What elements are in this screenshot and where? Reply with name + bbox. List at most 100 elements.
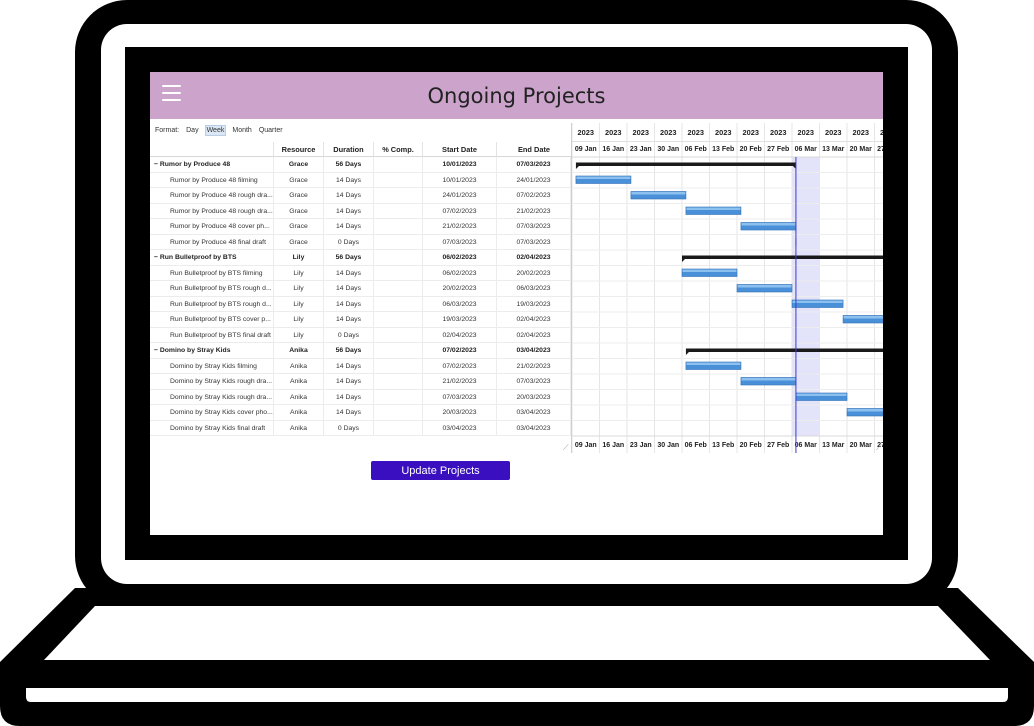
gantt-canvas: 2023 09 Jan 09 Jan 2023 16 Jan 16 Jan 2023 23 J… [572, 123, 883, 453]
pct-cell [374, 312, 423, 327]
timeline-week-label-footer: 09 Jan [575, 442, 597, 449]
timeline-week-label: 30 Jan [657, 146, 679, 153]
format-option-quarter[interactable]: Quarter [258, 126, 284, 135]
task-grid: Format: Day Week Month Quarter Resource Dura… [150, 123, 571, 453]
group-row[interactable]: − Rumor by Produce 48 Grace 56 Days 10/01/2… [150, 157, 571, 173]
resource-cell: Grace [274, 219, 324, 234]
format-option-day[interactable]: Day [185, 126, 199, 135]
format-label: Format: [155, 127, 180, 134]
pct-cell [374, 219, 423, 234]
end-date-cell: 07/03/2023 [497, 219, 571, 234]
timeline-week-label-footer: 23 Jan [630, 442, 652, 449]
column-header-end[interactable]: End Date [497, 142, 571, 157]
task-name-cell: Run Bulletproof by BTS cover p... [150, 312, 274, 327]
task-row[interactable]: Run Bulletproof by BTS final draft Lily 0 … [150, 327, 571, 343]
resource-cell: Anika [274, 420, 324, 436]
task-row[interactable]: Rumor by Produce 48 filming Grace 14 Days 1… [150, 172, 571, 188]
format-selector: Format: Day Week Month Quarter [154, 125, 289, 136]
pct-cell [374, 188, 423, 203]
duration-cell: 56 Days [324, 343, 374, 358]
duration-cell: 14 Days [324, 265, 374, 281]
end-date-cell: 21/02/2023 [497, 203, 571, 219]
resource-cell: Anika [274, 374, 324, 389]
format-option-week[interactable]: Week [204, 125, 227, 136]
task-row[interactable]: Run Bulletproof by BTS filming Lily 14 Day… [150, 265, 571, 281]
timeline-year-label: 2023 [715, 128, 731, 137]
start-date-cell: 21/02/2023 [423, 219, 497, 234]
timeline-week-label: 06 Mar [795, 146, 817, 153]
timeline-year-label: 2023 [743, 128, 759, 137]
pct-cell [374, 203, 423, 219]
timeline-week-label: 09 Jan [575, 146, 597, 153]
timeline-year-label: 2023 [770, 128, 786, 137]
task-bar-highlight [576, 176, 631, 179]
task-row[interactable]: Domino by Stray Kids rough dra... Anika 14… [150, 389, 571, 405]
end-date-cell: 20/03/2023 [497, 389, 571, 405]
start-date-cell: 03/04/2023 [423, 420, 497, 436]
task-name-cell: Run Bulletproof by BTS final draft [150, 327, 274, 343]
timeline-year-label: 2023 [880, 128, 883, 137]
start-date-cell: 10/01/2023 [423, 172, 497, 188]
timeline-week-label: 20 Feb [740, 146, 762, 153]
resize-handle-icon[interactable]: ⟋ [563, 444, 571, 452]
task-bar-highlight [792, 300, 843, 303]
pct-cell [374, 296, 423, 312]
summary-bar [685, 348, 883, 352]
end-date-cell: 02/04/2023 [497, 327, 571, 343]
task-row[interactable]: Domino by Stray Kids rough dra... Anika 14… [150, 374, 571, 390]
resource-cell: Lily [274, 327, 324, 343]
resource-cell: Lily [274, 265, 324, 281]
task-bar-highlight [741, 378, 796, 381]
task-name-cell: Run Bulletproof by BTS rough d... [150, 296, 274, 312]
start-date-cell: 07/03/2023 [423, 234, 497, 250]
task-name-cell: Rumor by Produce 48 filming [150, 172, 274, 188]
column-header-pct[interactable]: % Comp. [374, 142, 423, 157]
task-row[interactable]: Rumor by Produce 48 cover ph... Grace 14 D… [150, 219, 571, 235]
start-date-cell: 10/01/2023 [423, 157, 497, 172]
pct-cell [374, 405, 423, 420]
timeline-year-label: 2023 [825, 128, 841, 137]
column-header-start[interactable]: Start Date [423, 142, 497, 157]
group-row[interactable]: − Run Bulletproof by BTS Lily 56 Days 06/02… [150, 250, 571, 266]
task-name-cell: Rumor by Produce 48 final draft [150, 234, 274, 250]
start-date-cell: 07/02/2023 [423, 343, 497, 358]
timeline-week-label-footer: 20 Feb [740, 442, 762, 449]
timeline-year-label: 2023 [605, 128, 621, 137]
summary-bar [575, 162, 796, 166]
task-row[interactable]: Domino by Stray Kids cover pho... Anika 14… [150, 405, 571, 421]
group-row[interactable]: − Domino by Stray Kids Anika 56 Days 07/02/… [150, 343, 571, 359]
timeline-week-label-footer: 30 Jan [657, 442, 679, 449]
task-row[interactable]: Run Bulletproof by BTS cover p... Lily 14 … [150, 312, 571, 328]
end-date-cell: 07/02/2023 [497, 188, 571, 203]
start-date-cell: 21/02/2023 [423, 374, 497, 389]
start-date-cell: 24/01/2023 [423, 188, 497, 203]
column-header-name[interactable] [150, 142, 274, 157]
timeline-week-label: 16 Jan [602, 146, 624, 153]
resource-cell: Lily [274, 281, 324, 296]
start-date-cell: 07/02/2023 [423, 203, 497, 219]
timeline-week-label-footer: 13 Feb [712, 442, 734, 449]
timeline-week-label: 06 Feb [685, 146, 707, 153]
task-name-cell: − Domino by Stray Kids [150, 343, 274, 358]
duration-cell: 14 Days [324, 389, 374, 405]
task-row[interactable]: Rumor by Produce 48 rough dra... Grace 14 … [150, 188, 571, 204]
timeline-year-label: 2023 [578, 128, 594, 137]
update-projects-button[interactable]: Update Projects [371, 461, 510, 480]
task-row[interactable]: Rumor by Produce 48 final draft Grace 0 Da… [150, 234, 571, 250]
task-row[interactable]: Rumor by Produce 48 rough dra... Grace 14 … [150, 203, 571, 219]
column-header-duration[interactable]: Duration [324, 142, 374, 157]
resource-cell: Grace [274, 157, 324, 172]
task-name-cell: Domino by Stray Kids rough dra... [150, 389, 274, 405]
task-row[interactable]: Run Bulletproof by BTS rough d... Lily 14 … [150, 281, 571, 297]
task-row[interactable]: Domino by Stray Kids final draft Anika 0 D… [150, 420, 571, 436]
duration-cell: 14 Days [324, 172, 374, 188]
duration-cell: 56 Days [324, 250, 374, 265]
task-bar-highlight [686, 362, 741, 365]
app-screen: Ongoing Projects Format: Day Week Month Quar… [150, 72, 883, 535]
task-row[interactable]: Run Bulletproof by BTS rough d... Lily 14 … [150, 296, 571, 312]
timeline-week-label: 27 Mar [877, 146, 883, 153]
task-row[interactable]: Domino by Stray Kids filming Anika 14 Days… [150, 358, 571, 374]
format-option-month[interactable]: Month [231, 126, 252, 135]
column-header-resource[interactable]: Resource [274, 142, 324, 157]
timeline-week-label-footer: 20 Mar [850, 442, 872, 449]
